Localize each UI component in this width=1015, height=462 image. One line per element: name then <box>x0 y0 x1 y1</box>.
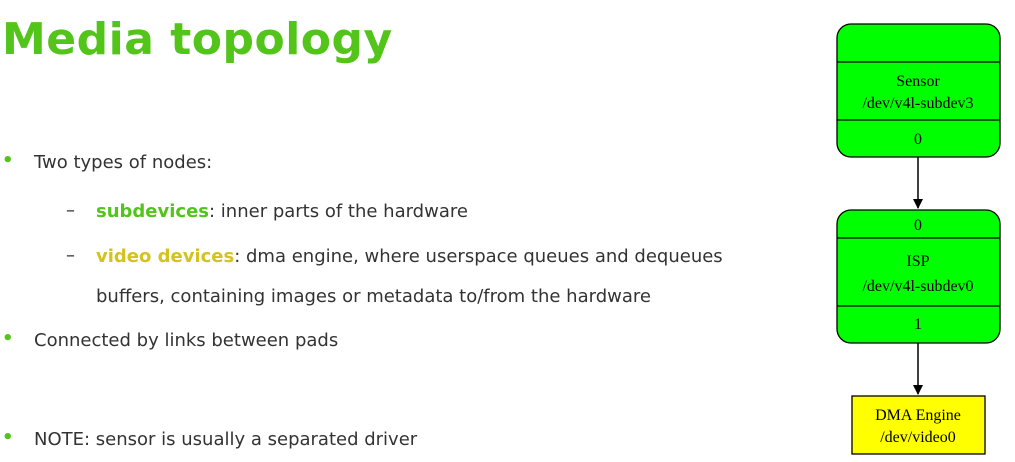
sensor-name: Sensor <box>896 73 940 90</box>
dma-name: DMA Engine <box>875 407 961 424</box>
media-topology-graph: Sensor /dev/v4l-subdev3 0 0 ISP /dev/v4l… <box>836 23 1001 455</box>
sensor-node: Sensor /dev/v4l-subdev3 0 <box>836 23 1001 158</box>
sensor-device-path: /dev/v4l-subdev3 <box>862 95 973 112</box>
isp-device-path: /dev/v4l-subdev0 <box>862 278 973 295</box>
isp-pad-out: 1 <box>914 316 922 333</box>
isp-node: 0 ISP /dev/v4l-subdev0 1 <box>836 209 1001 344</box>
dma-engine-node: DMA Engine /dev/video0 <box>851 395 986 455</box>
isp-pad-in: 0 <box>914 217 922 234</box>
dma-device-path: /dev/video0 <box>880 429 956 446</box>
sensor-pad-out: 0 <box>914 131 922 148</box>
isp-name: ISP <box>906 253 929 270</box>
